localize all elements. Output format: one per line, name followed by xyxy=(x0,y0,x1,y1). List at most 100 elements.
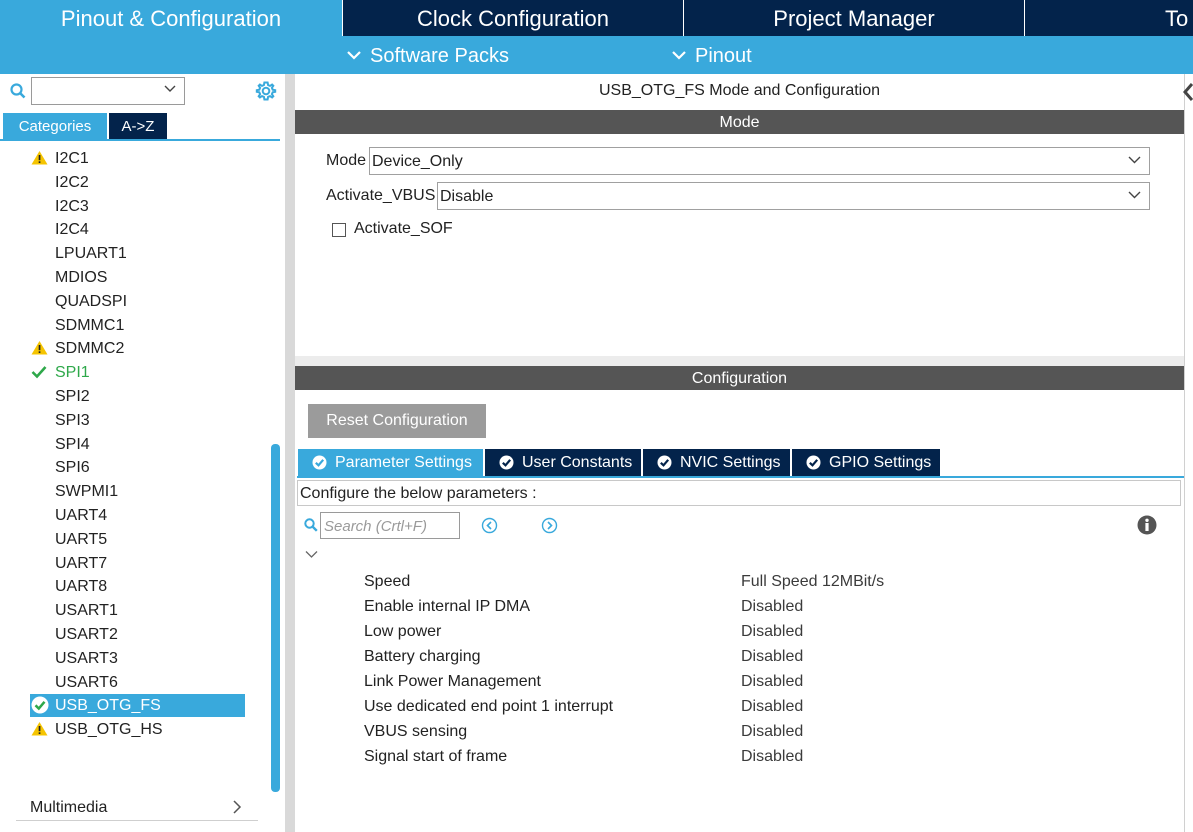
peripheral-item[interactable]: I2C1 xyxy=(30,147,245,170)
tab-categories[interactable]: Categories xyxy=(3,113,107,139)
collapse-right-icon[interactable] xyxy=(1183,82,1193,110)
activate-sof-checkbox[interactable] xyxy=(332,223,346,237)
mode-label: Mode xyxy=(326,152,367,169)
parameter-row[interactable]: VBUS sensing Disabled xyxy=(364,719,1164,744)
parameter-name: VBUS sensing xyxy=(364,723,468,740)
parameter-value[interactable]: Disabled xyxy=(741,594,803,619)
pinout-menu[interactable]: Pinout xyxy=(671,36,752,74)
peripheral-item[interactable]: USART6 xyxy=(30,671,245,694)
check-circle-icon xyxy=(312,455,327,470)
next-result-icon[interactable] xyxy=(541,517,558,534)
parameter-value[interactable]: Disabled xyxy=(741,619,803,644)
peripheral-label: USART2 xyxy=(55,626,118,643)
reset-configuration-button[interactable]: Reset Configuration xyxy=(308,404,486,438)
chevron-down-icon[interactable] xyxy=(305,550,318,559)
parameter-row[interactable]: Signal start of frame Disabled xyxy=(364,744,1164,769)
parameter-row[interactable]: Speed Full Speed 12MBit/s xyxy=(364,569,1164,594)
warning-icon xyxy=(31,151,48,165)
peripheral-item[interactable]: SPI2 xyxy=(30,385,245,408)
peripheral-item[interactable]: LPUART1 xyxy=(30,242,245,265)
mode-select-value: Device_Only xyxy=(372,153,463,170)
mode-select[interactable]: Device_Only xyxy=(369,147,1150,175)
category-multimedia-label: Multimedia xyxy=(30,799,108,816)
parameter-value[interactable]: Disabled xyxy=(741,644,803,669)
check-circle-icon xyxy=(499,455,514,470)
peripheral-item[interactable]: SPI1 xyxy=(30,361,245,384)
peripheral-label: USB_OTG_HS xyxy=(55,721,163,738)
tab-parameter-settings[interactable]: Parameter Settings xyxy=(298,449,483,476)
left-scrollbar-thumb[interactable] xyxy=(271,444,280,792)
parameter-row[interactable]: Battery charging Disabled xyxy=(364,644,1164,669)
peripheral-item[interactable]: SPI6 xyxy=(30,456,245,479)
peripheral-item[interactable]: SPI3 xyxy=(30,409,245,432)
peripheral-item[interactable]: UART5 xyxy=(30,528,245,551)
section-divider[interactable] xyxy=(295,356,1184,366)
parameter-row[interactable]: Low power Disabled xyxy=(364,619,1164,644)
peripheral-label: USART3 xyxy=(55,650,118,667)
tab-clock-configuration[interactable]: Clock Configuration xyxy=(343,0,684,36)
parameter-name: Low power xyxy=(364,623,442,640)
peripheral-label: UART4 xyxy=(55,507,108,524)
peripheral-item[interactable]: I2C2 xyxy=(30,171,245,194)
peripheral-item[interactable]: USB_OTG_FS xyxy=(30,694,245,717)
peripheral-item[interactable]: SDMMC2 xyxy=(30,337,245,360)
tab-tools[interactable]: To xyxy=(1025,0,1193,36)
peripheral-item[interactable]: USART1 xyxy=(30,599,245,622)
peripheral-item[interactable]: UART4 xyxy=(30,504,245,527)
peripheral-item[interactable]: MDIOS xyxy=(30,266,245,289)
top-tab-bar: Pinout & Configuration Clock Configurati… xyxy=(0,0,1193,36)
peripheral-item[interactable]: UART8 xyxy=(30,575,245,598)
peripheral-label: UART7 xyxy=(55,555,108,572)
parameter-name: Battery charging xyxy=(364,648,481,665)
peripheral-item[interactable]: SPI4 xyxy=(30,433,245,456)
tab-gpio-settings[interactable]: GPIO Settings xyxy=(792,449,940,476)
tab-user-constants-label: User Constants xyxy=(522,454,633,471)
peripheral-item[interactable]: USART3 xyxy=(30,647,245,670)
peripheral-item[interactable]: SDMMC1 xyxy=(30,314,245,337)
parameter-name: Link Power Management xyxy=(364,673,541,690)
warning-icon xyxy=(31,722,48,736)
category-multimedia[interactable]: Multimedia xyxy=(16,795,258,821)
pinout-label: Pinout xyxy=(695,45,752,67)
parameter-name: Use dedicated end point 1 interrupt xyxy=(364,698,614,715)
peripheral-label: LPUART1 xyxy=(55,245,127,262)
peripheral-item[interactable]: UART7 xyxy=(30,552,245,575)
panel-divider[interactable] xyxy=(285,74,295,832)
parameter-value[interactable]: Disabled xyxy=(741,669,803,694)
software-packs-menu[interactable]: Software Packs xyxy=(346,36,509,74)
tab-parameter-settings-label: Parameter Settings xyxy=(335,454,472,471)
left-tab-underline xyxy=(0,139,280,141)
peripheral-label: SDMMC2 xyxy=(55,340,125,357)
peripheral-label: I2C4 xyxy=(55,221,89,238)
peripheral-item[interactable]: SWPMI1 xyxy=(30,480,245,503)
tab-project-manager[interactable]: Project Manager xyxy=(684,0,1025,36)
tab-a-to-z[interactable]: A->Z xyxy=(109,113,167,139)
peripheral-item[interactable]: I2C4 xyxy=(30,218,245,241)
vbus-select[interactable]: Disable xyxy=(437,182,1150,210)
peripheral-label: MDIOS xyxy=(55,269,108,286)
parameter-value[interactable]: Disabled xyxy=(741,744,803,769)
tab-user-constants[interactable]: User Constants xyxy=(485,449,641,476)
gear-icon[interactable] xyxy=(255,80,277,102)
previous-result-icon[interactable] xyxy=(481,517,498,534)
peripheral-item[interactable]: USART2 xyxy=(30,623,245,646)
chevron-down-icon xyxy=(347,51,361,60)
parameter-value[interactable]: Full Speed 12MBit/s xyxy=(741,569,884,594)
peripheral-search-combo[interactable] xyxy=(31,77,185,105)
parameter-row[interactable]: Link Power Management Disabled xyxy=(364,669,1164,694)
peripheral-item[interactable]: USB_OTG_HS xyxy=(30,718,245,741)
info-icon[interactable] xyxy=(1137,515,1157,535)
parameter-value[interactable]: Disabled xyxy=(741,694,803,719)
tab-pinout-configuration[interactable]: Pinout & Configuration xyxy=(0,0,343,36)
parameter-value[interactable]: Disabled xyxy=(741,719,803,744)
peripheral-item[interactable]: QUADSPI xyxy=(30,290,245,313)
search-icon xyxy=(304,518,318,532)
parameter-row[interactable]: Use dedicated end point 1 interrupt Disab… xyxy=(364,694,1164,719)
parameter-search-input[interactable]: Search (Crtl+F) xyxy=(320,512,460,539)
tab-nvic-settings[interactable]: NVIC Settings xyxy=(643,449,790,476)
peripheral-label: I2C1 xyxy=(55,150,89,167)
peripheral-item[interactable]: I2C3 xyxy=(30,195,245,218)
peripheral-label: QUADSPI xyxy=(55,293,128,310)
parameter-row[interactable]: Enable internal IP DMA Disabled xyxy=(364,594,1164,619)
parameter-name: Enable internal IP DMA xyxy=(364,598,531,615)
